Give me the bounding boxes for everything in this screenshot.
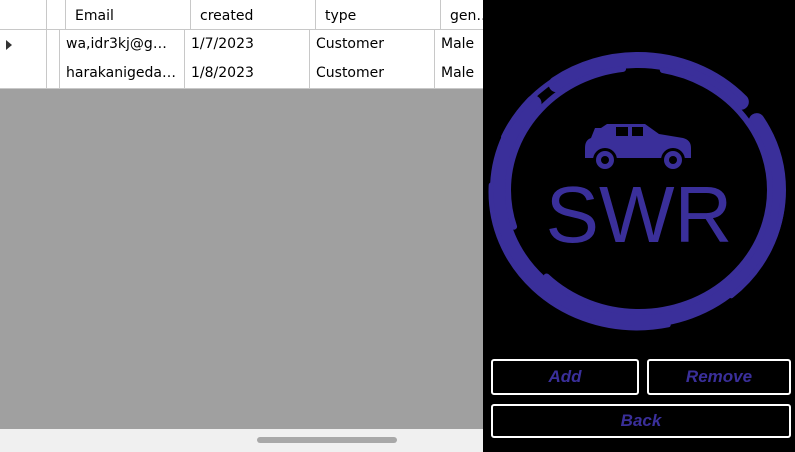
- grid-header: Email created type gende: [0, 0, 483, 30]
- table-row[interactable]: harakanigedan... 1/8/2023 Customer Male: [0, 59, 483, 89]
- row-selector[interactable]: [0, 30, 47, 59]
- table-cell-type[interactable]: Customer: [310, 59, 435, 88]
- add-button[interactable]: Add: [491, 359, 639, 395]
- row-header-corner: [0, 0, 47, 29]
- scrollbar-thumb[interactable]: [257, 437, 397, 443]
- table-cell-gender[interactable]: Male: [435, 30, 483, 59]
- current-row-arrow-icon: [6, 40, 12, 50]
- column-header-created[interactable]: created: [191, 0, 316, 29]
- column-header-email[interactable]: Email: [66, 0, 191, 29]
- column-header-type[interactable]: type: [316, 0, 441, 29]
- users-data-grid[interactable]: Email created type gende wa,idr3kj@gma..…: [0, 0, 483, 452]
- table-cell-email[interactable]: harakanigedan...: [60, 59, 185, 88]
- table-cell-created[interactable]: 1/7/2023: [185, 30, 310, 59]
- horizontal-scrollbar[interactable]: [0, 429, 483, 452]
- back-button[interactable]: Back: [491, 404, 791, 438]
- table-cell-type[interactable]: Customer: [310, 30, 435, 59]
- column-header-blank[interactable]: [47, 0, 66, 29]
- table-cell-email[interactable]: wa,idr3kj@gma...: [60, 30, 185, 59]
- logo-text: SWR: [546, 170, 733, 259]
- swr-logo: SWR: [488, 52, 786, 331]
- table-cell[interactable]: [47, 30, 60, 59]
- remove-button[interactable]: Remove: [647, 359, 791, 395]
- table-cell-created[interactable]: 1/8/2023: [185, 59, 310, 88]
- row-selector[interactable]: [0, 59, 47, 88]
- table-row[interactable]: wa,idr3kj@gma... 1/7/2023 Customer Male: [0, 30, 483, 60]
- car-icon: [585, 124, 691, 172]
- table-cell[interactable]: [47, 59, 60, 88]
- column-header-gender[interactable]: gende: [441, 0, 483, 29]
- action-panel: SWR Add Remove Back: [483, 0, 795, 452]
- table-cell-gender[interactable]: Male: [435, 59, 483, 88]
